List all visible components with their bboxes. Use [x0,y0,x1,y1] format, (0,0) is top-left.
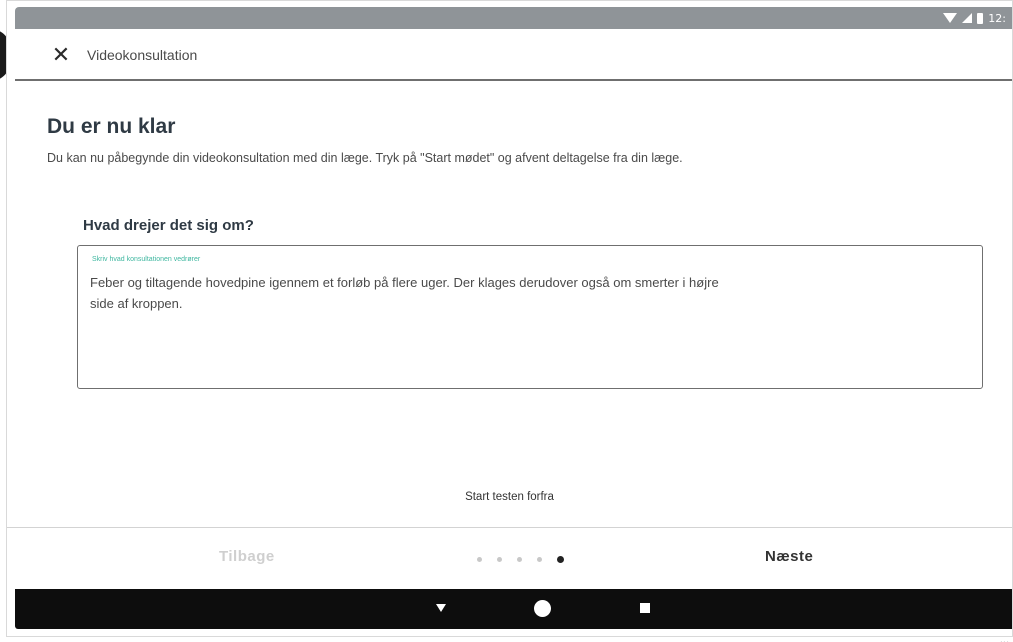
page-title: Du er nu klar [47,115,176,138]
question-label: Hvad drejer det sig om? [83,217,254,234]
restart-test-link[interactable]: Start testen forfra [7,491,1012,503]
status-bar: 12: [15,7,1012,29]
page-indicator [477,556,564,563]
page-dot [517,557,522,562]
field-value[interactable]: Feber og tiltagende hovedpine igennem et… [90,272,730,314]
page-dot [477,557,482,562]
app-bar: ✕ Videokonsultation [15,31,1012,81]
nav-back-icon[interactable] [436,604,446,612]
divider [7,527,1012,528]
wifi-icon [943,13,958,23]
device-frame: 12: ✕ Videokonsultation Du er nu klar Du… [6,0,1013,637]
next-button[interactable]: Næste [765,548,813,565]
page-dot-active [557,556,564,563]
app-title: Videokonsultation [87,47,198,63]
nav-home-icon[interactable] [534,600,551,617]
system-navigation-bar [15,589,1012,629]
back-button[interactable]: Tilbage [219,548,275,565]
signal-icon [962,13,973,23]
wizard-navigation: Tilbage Næste [7,538,1012,584]
status-icons: 12: [943,10,1006,26]
restart-test-label[interactable]: Start testen forfra [465,491,554,503]
nav-recents-icon[interactable] [640,603,650,613]
field-floating-label: Skriv hvad konsultationen vedrører [92,256,201,263]
page-dot [537,557,542,562]
intro-text: Du kan nu påbegynde din videokonsultatio… [47,151,683,165]
consultation-reason-field[interactable]: Skriv hvad konsultationen vedrører Feber… [77,245,983,389]
battery-icon [977,12,984,24]
corner-text-fragment: ... [999,634,1009,642]
page-dot [497,557,502,562]
close-icon[interactable]: ✕ [41,35,81,75]
status-time: 12: [988,11,1006,25]
